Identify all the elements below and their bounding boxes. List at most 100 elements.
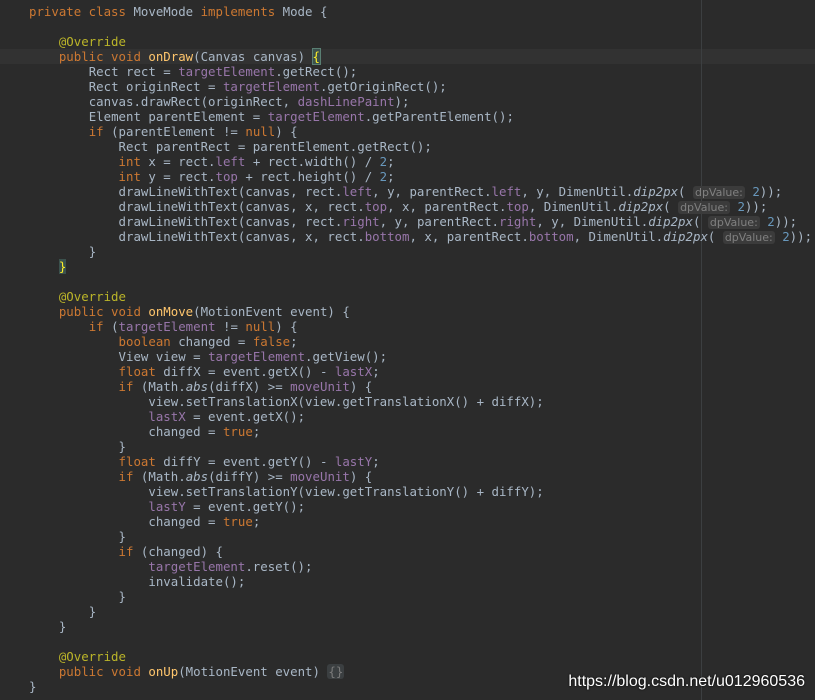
code-line[interactable]: if (parentElement != null) { (0, 124, 815, 139)
keyword-token: implements (200, 4, 283, 19)
static-call-token: dip2px (663, 229, 708, 244)
code-token: Mode { (282, 4, 328, 19)
code-token: ; (252, 424, 261, 439)
number-token: 2 (737, 199, 745, 214)
code-line[interactable]: } (0, 529, 815, 544)
code-line[interactable]: canvas.drawRect(originRect, dashLinePain… (0, 94, 815, 109)
code-line[interactable] (0, 634, 815, 649)
code-line[interactable]: @Override (0, 649, 815, 664)
code-line[interactable]: } (0, 589, 815, 604)
code-line[interactable]: if (changed) { (0, 544, 815, 559)
code-line[interactable]: } (0, 244, 815, 259)
number-token: 2 (379, 169, 388, 184)
number-token: 2 (767, 214, 775, 229)
field-token: lastX (148, 409, 186, 424)
code-line[interactable]: if (Math.abs(diffX) >= moveUnit) { (0, 379, 815, 394)
folded-code-block[interactable]: {} (327, 664, 345, 679)
code-token: } (88, 604, 97, 619)
keyword-token: false (252, 334, 291, 349)
code-line[interactable]: } (0, 259, 815, 274)
code-token: (changed) { (140, 544, 223, 559)
code-token: } (88, 244, 97, 259)
number-token: 2 (752, 184, 760, 199)
code-line[interactable]: int x = rect.left + rect.width() / 2; (0, 154, 815, 169)
code-line[interactable]: view.setTranslationX(view.getTranslation… (0, 394, 815, 409)
code-line[interactable]: changed = true; (0, 424, 815, 439)
code-line[interactable]: public void onMove(MotionEvent event) { (0, 304, 815, 319)
code-line[interactable]: private class MoveMode implements Mode { (0, 4, 815, 19)
field-token: right (499, 214, 537, 229)
code-line[interactable]: lastX = event.getX(); (0, 409, 815, 424)
code-line[interactable]: public void onDraw(Canvas canvas) { (0, 48, 815, 65)
code-line[interactable]: drawLineWithText(canvas, rect.right, y, … (0, 214, 815, 229)
field-token: targetElement (148, 559, 246, 574)
code-line[interactable]: drawLineWithText(canvas, x, rect.top, x,… (0, 199, 815, 214)
code-token: ; (372, 454, 380, 469)
code-token: ; (372, 364, 380, 379)
code-line[interactable]: Rect rect = targetElement.getRect(); (0, 64, 815, 79)
code-line[interactable]: @Override (0, 289, 815, 304)
code-token: , y, DimenUtil. (521, 184, 634, 199)
code-line[interactable]: Element parentElement = targetElement.ge… (0, 109, 815, 124)
keyword-token: if (118, 379, 141, 394)
code-line[interactable]: View view = targetElement.getView(); (0, 349, 815, 364)
annotation-token: @Override (58, 649, 126, 664)
code-content[interactable]: private class MoveMode implements Mode {… (0, 4, 815, 694)
keyword-token: if (118, 469, 141, 484)
code-line[interactable]: int y = rect.top + rect.height() / 2; (0, 169, 815, 184)
code-line[interactable]: } (0, 619, 815, 634)
number-token: 2 (782, 229, 790, 244)
code-line[interactable]: if (targetElement != null) { (0, 319, 815, 334)
static-call-token: dip2px (633, 184, 679, 199)
code-line[interactable]: @Override (0, 34, 815, 49)
code-line[interactable] (0, 19, 815, 34)
code-line[interactable]: drawLineWithText(canvas, rect.left, y, p… (0, 184, 815, 199)
code-token: canvas.drawRect(originRect, (88, 94, 298, 109)
code-editor[interactable]: private class MoveMode implements Mode {… (0, 0, 815, 700)
code-token: )); (789, 229, 813, 244)
code-line[interactable]: float diffY = event.getY() - lastY; (0, 454, 815, 469)
parameter-hint: dpValue: (707, 216, 760, 229)
parameter-hint: dpValue: (692, 186, 745, 199)
field-token: targetElement (118, 319, 216, 334)
code-line[interactable]: Rect originRect = targetElement.getOrigi… (0, 79, 815, 94)
code-line[interactable]: changed = true; (0, 514, 815, 529)
field-token: targetElement (267, 109, 365, 124)
code-token: ( (692, 214, 708, 229)
keyword-token: if (118, 544, 141, 559)
code-token: , y, DimenUtil. (536, 214, 649, 229)
code-line[interactable]: boolean changed = false; (0, 334, 815, 349)
field-token: moveUnit (290, 379, 350, 394)
keyword-token: int (118, 169, 149, 184)
code-line[interactable]: lastY = event.getY(); (0, 499, 815, 514)
code-line[interactable]: targetElement.reset(); (0, 559, 815, 574)
code-line[interactable] (0, 274, 815, 289)
code-line[interactable]: drawLineWithText(canvas, x, rect.bottom,… (0, 229, 815, 244)
code-line[interactable]: Rect parentRect = parentElement.getRect(… (0, 139, 815, 154)
code-token: )); (759, 184, 783, 199)
code-line[interactable]: invalidate(); (0, 574, 815, 589)
field-token: dashLinePaint (297, 94, 395, 109)
code-line[interactable]: view.setTranslationY(view.getTranslation… (0, 484, 815, 499)
code-line[interactable]: if (Math.abs(diffY) >= moveUnit) { (0, 469, 815, 484)
code-line[interactable]: } (0, 439, 815, 454)
code-line[interactable]: } (0, 604, 815, 619)
code-line[interactable]: float diffX = event.getX() - lastX; (0, 364, 815, 379)
static-call-token: abs (185, 469, 209, 484)
keyword-token: public void (58, 304, 149, 319)
